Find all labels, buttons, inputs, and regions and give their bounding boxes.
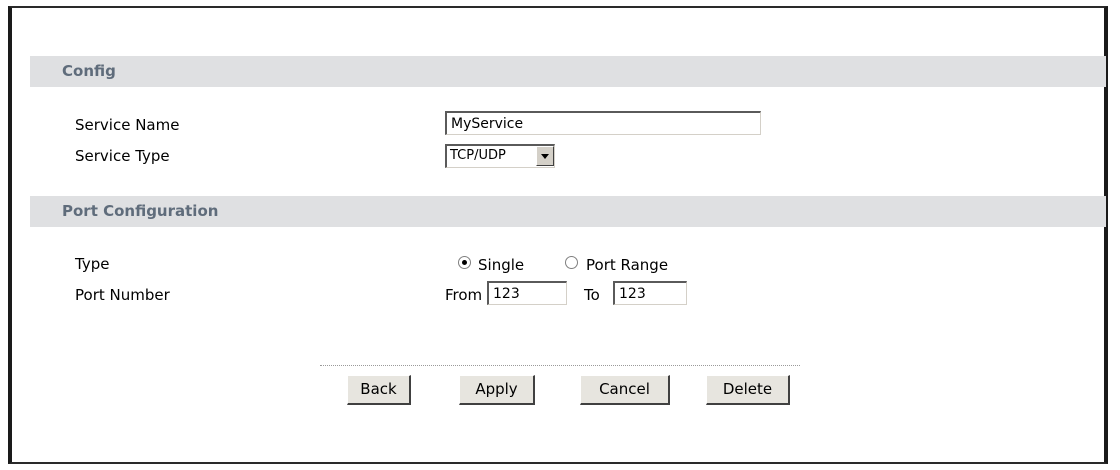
service-type-label: Service Type: [75, 147, 170, 165]
port-config-section-header: Port Configuration: [30, 196, 1106, 227]
service-name-label: Service Name: [75, 116, 180, 134]
service-name-input[interactable]: [445, 111, 761, 135]
apply-button[interactable]: Apply: [459, 375, 535, 405]
port-number-label: Port Number: [75, 286, 170, 304]
service-type-select[interactable]: TCP/UDP: [445, 144, 555, 168]
single-radio[interactable]: [458, 256, 471, 269]
to-port-input[interactable]: [613, 281, 687, 305]
type-label: Type: [75, 255, 110, 273]
chevron-down-icon[interactable]: [536, 146, 554, 166]
config-section-header: Config: [30, 56, 1106, 87]
cancel-button[interactable]: Cancel: [580, 375, 670, 405]
button-separator: [320, 365, 800, 366]
port-range-radio[interactable]: [565, 256, 578, 269]
service-type-value: TCP/UDP: [450, 148, 506, 163]
port-range-radio-label: Port Range: [586, 256, 669, 274]
to-label: To: [584, 286, 600, 304]
from-port-input[interactable]: [487, 281, 567, 305]
single-radio-label: Single: [478, 256, 525, 274]
from-label: From: [445, 286, 483, 304]
back-button[interactable]: Back: [347, 375, 411, 405]
delete-button[interactable]: Delete: [706, 375, 790, 405]
